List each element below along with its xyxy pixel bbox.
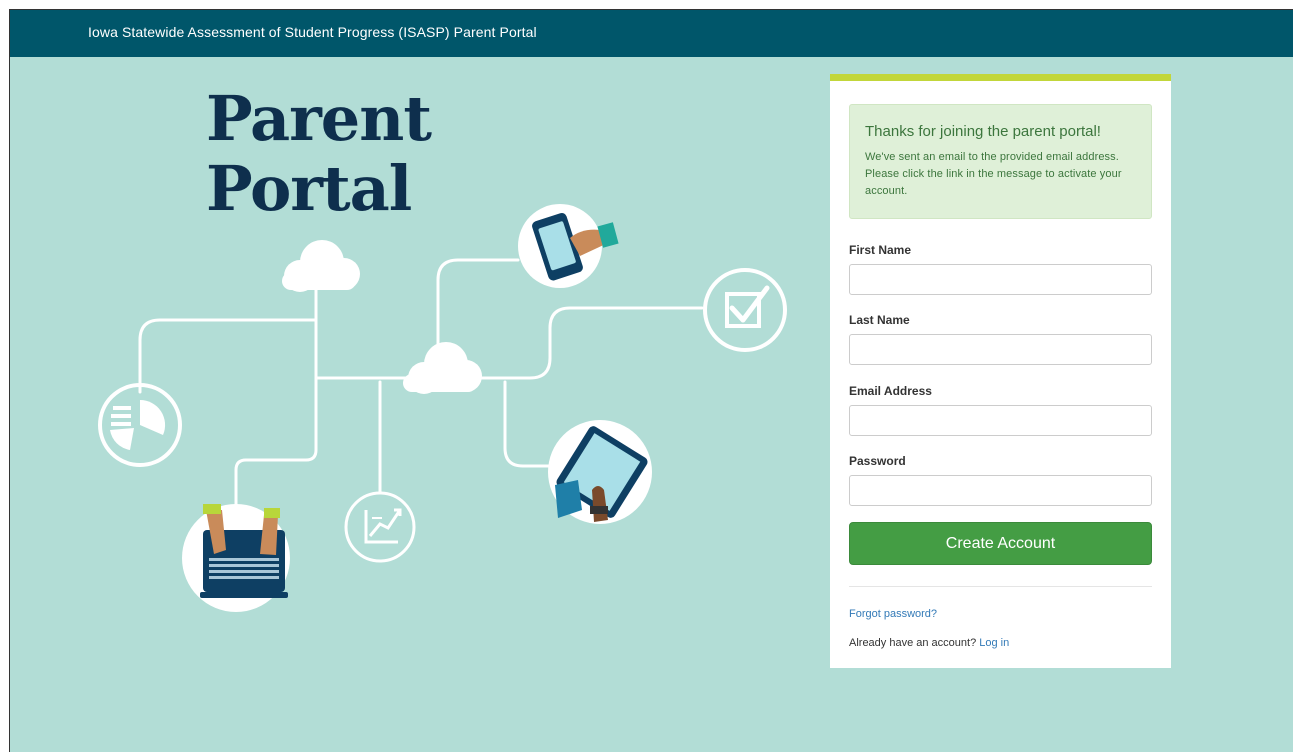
smartphone-icon: [518, 204, 619, 288]
login-prompt: Already have an account? Log in: [849, 637, 1009, 649]
email-label: Email Address: [849, 384, 932, 398]
last-name-label: Last Name: [849, 313, 910, 327]
success-alert: Thanks for joining the parent portal! We…: [849, 104, 1152, 219]
pie-chart-icon: [98, 383, 182, 467]
alert-heading: Thanks for joining the parent portal!: [865, 123, 1101, 140]
cloud-icon: [403, 342, 482, 394]
password-input[interactable]: [849, 475, 1152, 506]
network-illustration: [98, 204, 787, 612]
tablet-icon: [548, 420, 652, 524]
first-name-label: First Name: [849, 243, 912, 257]
first-name-input[interactable]: [849, 264, 1152, 295]
growth-chart-icon: [344, 491, 416, 563]
divider: [849, 586, 1152, 587]
email-input[interactable]: [849, 405, 1152, 436]
checkbox-icon: [703, 268, 787, 352]
cloud-icon: [282, 240, 360, 292]
alert-message: We've sent an email to the provided emai…: [865, 151, 1122, 197]
already-account-text: Already have an account?: [849, 637, 977, 649]
password-label: Password: [849, 454, 906, 468]
login-link[interactable]: Log in: [979, 637, 1009, 649]
create-account-button[interactable]: Create Account: [849, 522, 1152, 565]
signup-card: Thanks for joining the parent portal! We…: [830, 74, 1171, 668]
page-background: Iowa Statewide Assessment of Student Pro…: [9, 9, 1293, 752]
laptop-icon: [182, 504, 290, 612]
forgot-password-link[interactable]: Forgot password?: [849, 608, 937, 620]
last-name-input[interactable]: [849, 334, 1152, 365]
